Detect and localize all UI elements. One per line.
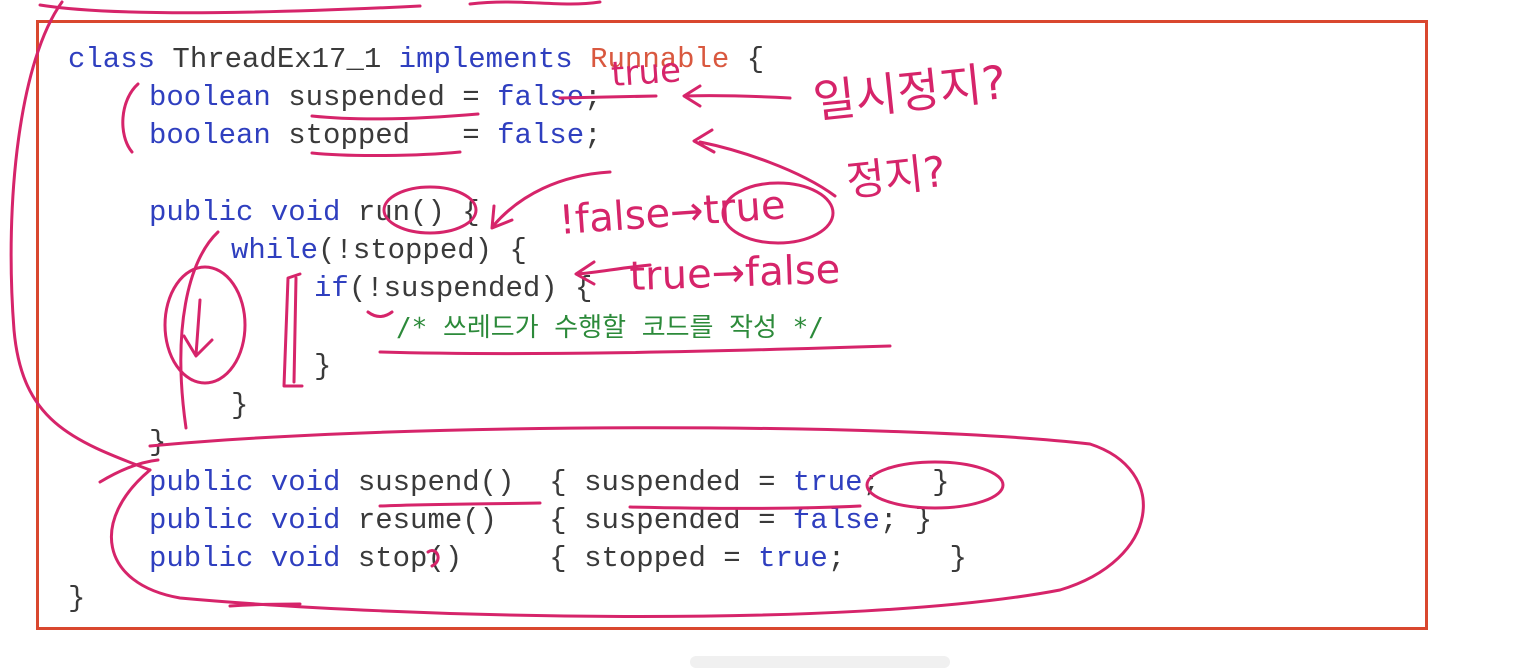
code-line-while: while(!stopped) { — [231, 234, 527, 267]
code-line-resume-method: public void resume() { suspended = false… — [149, 504, 933, 537]
code-line-comment: /* 쓰레드가 수행할 코드를 작성 */ — [396, 313, 824, 343]
bottom-bar-fragment — [690, 656, 950, 668]
code-line-run-method: public void run() { — [149, 196, 480, 229]
code-line-stopped-field: boolean stopped = false; — [149, 119, 602, 152]
code-line-suspended-field: boolean suspended = false; — [149, 81, 602, 114]
code-line-run-close: } — [149, 426, 167, 459]
top-scribble — [38, 0, 602, 15]
code-line-suspend-method: public void suspend() { suspended = true… — [149, 466, 950, 499]
code-line-class-close: } — [68, 582, 86, 615]
code-line-if-close: } — [314, 350, 332, 383]
code-line-while-close: } — [231, 389, 249, 422]
code-line-if: if(!suspended) { — [314, 272, 593, 305]
code-line-class-decl: class ThreadEx17_1 implements Runnable { — [68, 43, 765, 76]
code-line-stop-method: public void stop() { stopped = true; } — [149, 542, 967, 575]
